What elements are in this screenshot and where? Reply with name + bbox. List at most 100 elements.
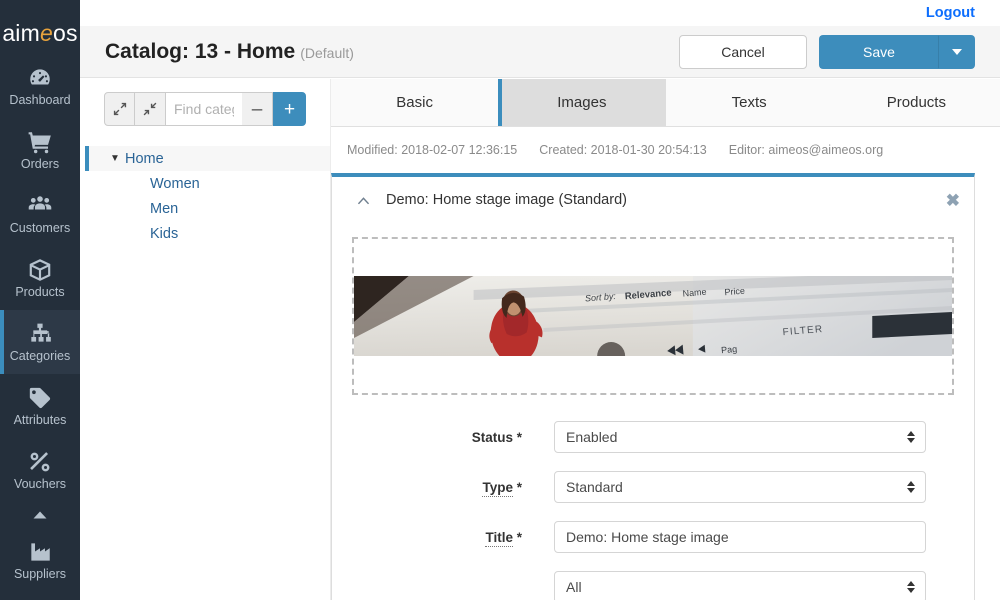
tree-node-kids[interactable]: Kids [85, 221, 330, 246]
language-select[interactable] [554, 571, 926, 600]
sidebar-item-dashboard[interactable]: Dashboard [0, 54, 80, 118]
metadata-created: Created: 2018-01-30 20:54:13 [539, 143, 707, 157]
type-select-wrapper [554, 471, 926, 503]
required-marker: * [516, 429, 522, 445]
form-row-type: Type * [352, 471, 954, 503]
content-area: Basic Images Texts Products Modified: 20… [330, 79, 1000, 600]
chevron-up-icon [33, 511, 47, 519]
language-select-wrapper [554, 571, 926, 600]
card-title: Demo: Home stage image (Standard) [386, 192, 627, 208]
type-label-text: Type [482, 479, 513, 497]
metadata-editor: Editor: aimeos@aimeos.org [728, 143, 884, 157]
category-tree-panel: – + ▼ Home Women Men Kids [80, 79, 330, 600]
status-select-wrapper [554, 421, 926, 453]
page-title: Catalog: 13 - Home (Default) [105, 40, 354, 64]
sidebar-item-attributes[interactable]: Attributes [0, 374, 80, 438]
brand-part2: os [52, 19, 78, 46]
factory-icon [27, 539, 53, 565]
sidebar-item-label: Products [15, 284, 65, 299]
save-button[interactable]: Save [819, 34, 939, 69]
sidebar-item-label: Dashboard [9, 92, 71, 107]
brand-accent: e [39, 19, 53, 46]
search-input[interactable] [166, 92, 242, 126]
sidebar-item-products[interactable]: Products [0, 246, 80, 310]
svg-text:Price: Price [724, 286, 745, 298]
percent-icon [27, 449, 53, 475]
tags-icon [27, 385, 53, 411]
sidebar-item-orders[interactable]: Orders [0, 118, 80, 182]
image-form: Status * Type * [332, 395, 974, 600]
tree-toolbar: – + [104, 92, 306, 126]
status-select[interactable] [554, 421, 926, 453]
title-label-text: Title [485, 529, 513, 547]
box-icon [27, 257, 53, 283]
sidebar-scroll-up-button[interactable] [0, 502, 80, 528]
chevron-down-icon[interactable]: ▼ [105, 153, 125, 164]
sitemap-icon [27, 321, 53, 347]
tree-node-label: Women [150, 175, 200, 192]
logout-link[interactable]: Logout [926, 5, 975, 21]
image-preview[interactable]: Sort by: Relevance Name Price FILTER Pag [354, 276, 952, 356]
card-header: Demo: Home stage image (Standard) ✖ [332, 177, 974, 223]
tree-node-label: Kids [150, 225, 179, 242]
chevron-down-icon [951, 48, 962, 55]
page-title-subtitle: (Default) [300, 44, 354, 61]
image-dropzone[interactable]: Sort by: Relevance Name Price FILTER Pag [352, 237, 954, 395]
sidebar-item-label: Categories [9, 348, 71, 363]
title-label: Title * [352, 529, 554, 547]
status-label-text: Status [471, 429, 513, 445]
metadata-modified: Modified: 2018-02-07 12:36:15 [347, 143, 518, 157]
expand-arrows-icon [113, 102, 126, 116]
topbar: Logout [80, 0, 1000, 26]
save-dropdown-toggle[interactable] [939, 34, 975, 69]
tab-bar: Basic Images Texts Products [331, 79, 1000, 127]
collapse-all-button[interactable] [135, 92, 166, 126]
cancel-button[interactable]: Cancel [679, 34, 807, 69]
required-marker: * [516, 529, 522, 545]
tab-images[interactable]: Images [498, 79, 666, 126]
tree-node-women[interactable]: Women [85, 171, 330, 196]
collapse-arrows-icon [143, 102, 157, 116]
preview-photo: Sort by: Relevance Name Price FILTER Pag [354, 276, 952, 356]
plus-icon: + [283, 98, 296, 120]
title-input[interactable] [554, 521, 926, 553]
sidebar-item-label: Customers [9, 220, 71, 235]
dashboard-icon [27, 65, 53, 91]
brand-part1: aim [2, 19, 40, 46]
save-button-group: Save [819, 34, 975, 69]
sidebar-item-categories[interactable]: Categories [0, 310, 80, 374]
tree-node-men[interactable]: Men [85, 196, 330, 221]
category-tree: ▼ Home Women Men Kids [85, 146, 330, 246]
sidebar-item-label: Attributes [13, 412, 67, 427]
sidebar-item-suppliers[interactable]: Suppliers [0, 528, 80, 592]
users-icon [27, 193, 53, 219]
tree-node-home[interactable]: ▼ Home [85, 146, 330, 171]
brand-logo[interactable]: aim e os [0, 0, 80, 54]
svg-text:Name: Name [682, 287, 707, 299]
record-metadata: Modified: 2018-02-07 12:36:15 Created: 2… [331, 127, 1000, 173]
sidebar-item-customers[interactable]: Customers [0, 182, 80, 246]
page-header: Catalog: 13 - Home (Default) Cancel Save [80, 26, 1000, 78]
status-label: Status * [352, 430, 554, 445]
form-row-language [352, 571, 954, 600]
sidebar-item-vouchers[interactable]: Vouchers [0, 438, 80, 502]
card-collapse-toggle[interactable] [350, 196, 376, 205]
tab-basic[interactable]: Basic [331, 79, 499, 126]
expand-all-button[interactable] [104, 92, 135, 126]
add-category-button[interactable]: + [273, 92, 306, 126]
form-row-title: Title * [352, 521, 954, 553]
tab-products[interactable]: Products [832, 79, 1000, 126]
form-row-status: Status * [352, 421, 954, 453]
minus-icon: – [251, 98, 263, 120]
cart-icon [27, 129, 53, 155]
tab-texts[interactable]: Texts [665, 79, 833, 126]
tree-node-label: Home [125, 150, 164, 167]
tree-node-label: Men [150, 200, 179, 217]
remove-category-button[interactable]: – [242, 92, 273, 126]
type-select[interactable] [554, 471, 926, 503]
sidebar: aim e os Dashboard Orders Customers Produc… [0, 0, 80, 600]
page-title-text: Catalog: 13 - Home [105, 39, 296, 63]
close-icon[interactable]: ✖ [946, 192, 960, 209]
header-actions: Cancel Save [679, 34, 975, 69]
image-item-card: Demo: Home stage image (Standard) ✖ Sort… [331, 173, 975, 600]
